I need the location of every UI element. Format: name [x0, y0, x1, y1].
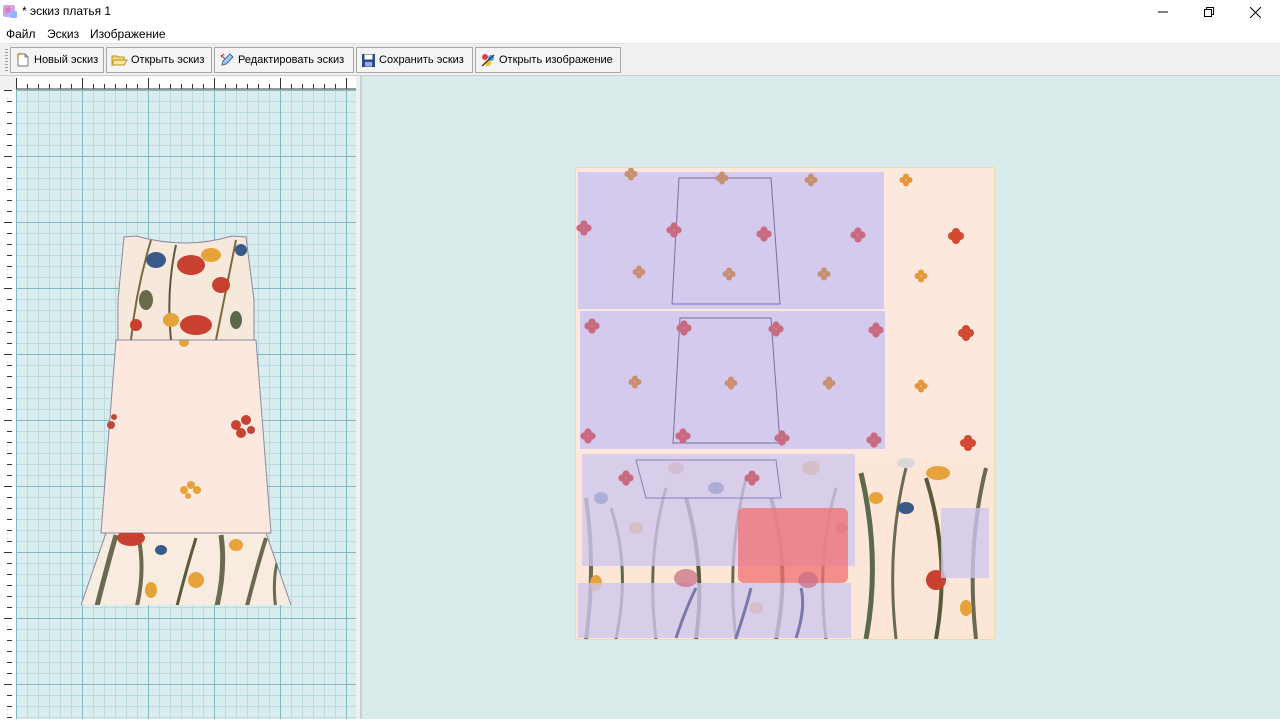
horizontal-ruler	[16, 76, 356, 90]
toolbar-grip[interactable]	[5, 49, 8, 71]
open-sketch-label: Открыть эскиз	[131, 54, 205, 66]
fabric-layout-image[interactable]	[575, 167, 995, 640]
title-bar: * эскиз платья 1	[0, 0, 1280, 24]
open-folder-icon	[111, 55, 128, 66]
minimize-button[interactable]	[1140, 0, 1186, 24]
minimize-icon	[1158, 11, 1168, 13]
app-sketch-icon	[2, 3, 18, 19]
window-title: * эскиз платья 1	[22, 4, 112, 18]
new-sketch-button[interactable]: Новый эскиз	[10, 47, 104, 73]
fabric-layout-workspace	[362, 76, 1280, 719]
edit-sketch-button[interactable]: Редактировать эскиз	[214, 47, 354, 73]
new-document-icon	[16, 52, 29, 67]
sketch-editor-panel	[0, 76, 362, 719]
open-sketch-button[interactable]: Открыть эскиз	[106, 47, 212, 73]
pattern-piece-back-skirt[interactable]	[580, 311, 885, 449]
close-button[interactable]	[1232, 0, 1278, 24]
menu-bar: Файл Эскиз Изображение	[0, 24, 1280, 44]
dress-skirt	[100, 339, 272, 534]
floppy-disk-icon	[362, 53, 375, 67]
restore-icon	[1204, 7, 1214, 17]
fabric-print-right-strip	[899, 173, 976, 451]
menu-sketch[interactable]: Эскиз	[47, 27, 79, 41]
save-sketch-button[interactable]: Сохранить эскиз	[356, 47, 473, 73]
vertical-ruler	[0, 90, 16, 719]
open-image-label: Открыть изображение	[499, 54, 613, 66]
menu-image[interactable]: Изображение	[90, 27, 166, 41]
close-icon	[1249, 6, 1261, 18]
dress-sketch[interactable]	[76, 220, 296, 605]
save-sketch-label: Сохранить эскиз	[379, 54, 464, 66]
new-sketch-label: Новый эскиз	[34, 54, 99, 66]
pattern-piece-front-skirt[interactable]	[576, 167, 884, 309]
bodice-highlight	[738, 508, 848, 583]
toolbar: Новый эскиз Открыть эскиз Редактировать …	[0, 44, 1280, 76]
sketch-grid-canvas[interactable]	[16, 90, 356, 719]
edit-sketch-label: Редактировать эскиз	[238, 54, 345, 66]
edit-pencil-icon	[220, 53, 234, 66]
open-image-button[interactable]: Открыть изображение	[475, 47, 621, 73]
menu-file[interactable]: Файл	[6, 27, 36, 41]
restore-button[interactable]	[1186, 0, 1232, 24]
open-image-icon	[481, 54, 495, 67]
